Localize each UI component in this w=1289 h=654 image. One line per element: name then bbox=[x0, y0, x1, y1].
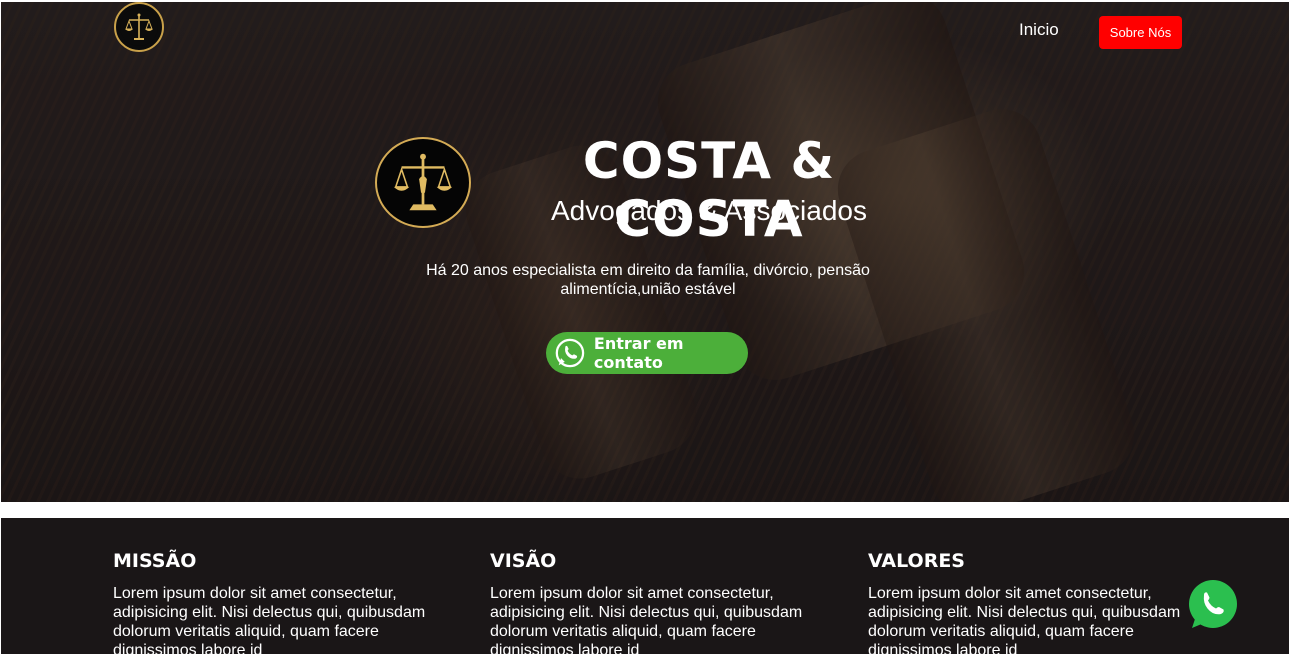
hero-section: Inicio Sobre Nós COSTA & COSTA Advogados… bbox=[1, 2, 1289, 502]
brand-subtitle: Advogados & Associados bbox=[551, 195, 867, 226]
mission-text: Lorem ipsum dolor sit amet consectetur, … bbox=[113, 585, 426, 654]
mission-column: MISSÃO Lorem ipsum dolor sit amet consec… bbox=[113, 550, 443, 654]
whatsapp-icon bbox=[1189, 580, 1237, 628]
whatsapp-icon bbox=[555, 338, 585, 368]
nav-logo[interactable] bbox=[114, 2, 164, 52]
nav-button-sobre-nos[interactable]: Sobre Nós bbox=[1099, 16, 1182, 49]
values-text: Lorem ipsum dolor sit amet consectetur, … bbox=[868, 585, 1181, 654]
vision-column: VISÃO Lorem ipsum dolor sit amet consect… bbox=[490, 550, 820, 654]
contact-button-label: Entrar em contato bbox=[593, 334, 684, 372]
values-heading: VALORES bbox=[868, 550, 965, 572]
scales-of-justice-icon bbox=[120, 8, 158, 46]
hero-tagline: Há 20 anos especialista em direito da fa… bbox=[426, 262, 870, 298]
brand-logo bbox=[375, 137, 471, 228]
brand-title: COSTA & COSTA bbox=[582, 132, 836, 248]
scales-of-justice-icon bbox=[393, 153, 453, 210]
info-section: MISSÃO Lorem ipsum dolor sit amet consec… bbox=[1, 518, 1289, 654]
values-column: VALORES Lorem ipsum dolor sit amet conse… bbox=[868, 550, 1198, 654]
vision-heading: VISÃO bbox=[490, 550, 557, 572]
mission-heading: MISSÃO bbox=[113, 550, 197, 572]
contact-button[interactable]: Entrar em contato bbox=[546, 332, 748, 374]
nav-link-inicio[interactable]: Inicio bbox=[1019, 20, 1059, 40]
whatsapp-floating-button[interactable] bbox=[1186, 578, 1240, 632]
hero-overlay bbox=[1, 2, 1289, 502]
vision-text: Lorem ipsum dolor sit amet consectetur, … bbox=[490, 585, 803, 654]
